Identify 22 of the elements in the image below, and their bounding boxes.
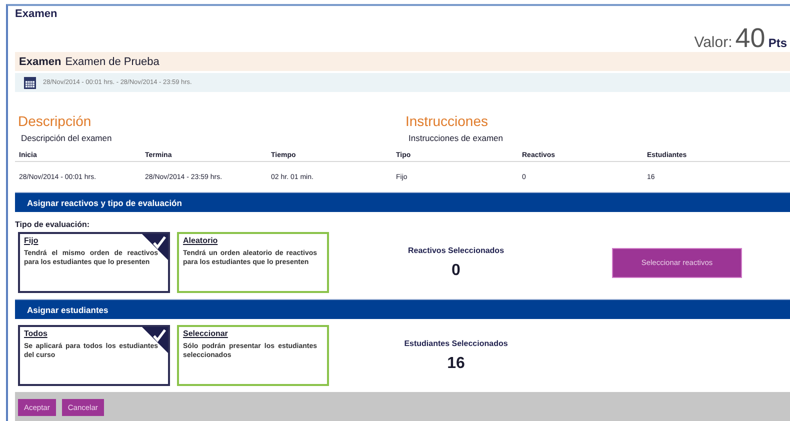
- exam-name: Examen de Prueba: [65, 56, 160, 68]
- description-heading: Descripción: [18, 113, 92, 129]
- exam-label: Examen: [19, 56, 62, 68]
- description-text: Descripción del examen: [20, 133, 113, 143]
- counter-value: 0: [450, 262, 462, 280]
- section-header: Asignar estudiantes: [15, 299, 790, 319]
- instructions-text: Instrucciones de examen: [408, 133, 504, 143]
- calendar-icon: [23, 76, 37, 90]
- section-subtitle: Tipo de evaluación:: [15, 220, 91, 230]
- counter-label: Reactivos Seleccionados: [406, 246, 506, 254]
- instructions-heading: Instrucciones: [406, 113, 489, 129]
- counter-value: 16: [446, 354, 466, 372]
- option-title: Todos: [24, 329, 48, 338]
- value-label: Valor:: [694, 34, 732, 51]
- option-title: Fijo: [24, 236, 40, 245]
- value-unit: Pts: [768, 36, 787, 50]
- counter-label: Estudiantes Seleccionados: [403, 338, 509, 348]
- window-title: Examen: [15, 8, 58, 22]
- section-header: Asignar reactivos y tipo de evaluación: [15, 192, 790, 212]
- option-title: Aleatorio: [183, 236, 219, 245]
- option-title: Seleccionar: [183, 329, 229, 338]
- value-number: 40: [735, 24, 766, 52]
